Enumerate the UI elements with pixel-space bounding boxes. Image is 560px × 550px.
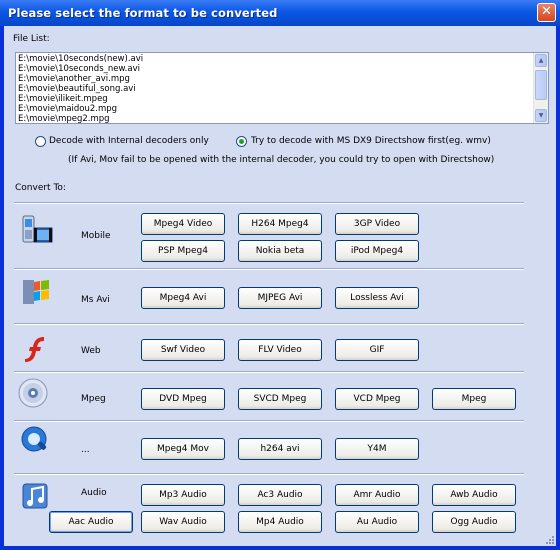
disc-icon (16, 376, 50, 410)
y4m-button[interactable]: Y4M (335, 438, 419, 460)
swf-video-button[interactable]: Swf Video (141, 339, 225, 361)
decode-internal-radio[interactable] (35, 136, 46, 147)
list-item[interactable]: E:\movie\ilikeit.mpeg (16, 94, 548, 104)
divider (14, 323, 524, 325)
flv-video-button[interactable]: FLV Video (238, 339, 322, 361)
aac-audio-button[interactable]: Aac Audio (49, 511, 133, 533)
wav-audio-button[interactable]: Wav Audio (141, 511, 225, 533)
windows-logo-icon (20, 276, 54, 310)
list-item[interactable]: E:\movie\maidou2.mpg (16, 104, 548, 114)
list-item[interactable]: E:\movie\another_avi.mpg (16, 74, 548, 84)
title-bar[interactable]: Please select the format to be converted… (0, 0, 560, 26)
ipod-mpeg4-button[interactable]: iPod Mpeg4 (335, 240, 419, 262)
close-button[interactable]: ✕ (537, 3, 556, 22)
group-label-web: Web (81, 346, 101, 356)
resize-grip-icon[interactable] (545, 535, 555, 545)
decode-directshow-label[interactable]: Try to decode with MS DX9 Directshow fir… (251, 136, 491, 146)
divider (14, 202, 524, 204)
music-note-icon (20, 479, 54, 513)
mp4-audio-button[interactable]: Mp4 Audio (238, 511, 322, 533)
gif-button[interactable]: GIF (335, 339, 419, 361)
file-list-label: File List: (13, 34, 50, 44)
lossless-avi-button[interactable]: Lossless Avi (335, 287, 419, 309)
decode-directshow-radio[interactable] (236, 136, 247, 147)
decode-hint: (If Avi, Mov fail to be opened with the … (68, 155, 495, 165)
scroll-up-icon[interactable]: ▲ (535, 54, 547, 67)
file-list-items: E:\movie\10seconds(new).avi E:\movie\10s… (16, 53, 548, 123)
3gp-video-button[interactable]: 3GP Video (335, 213, 419, 235)
mp3-audio-button[interactable]: Mp3 Audio (141, 484, 225, 506)
mpeg-button[interactable]: Mpeg (432, 388, 516, 410)
amr-audio-button[interactable]: Amr Audio (335, 484, 419, 506)
list-item[interactable]: E:\movie\beautiful_song.avi (16, 84, 548, 94)
divider (14, 420, 524, 422)
psp-mpeg4-button[interactable]: PSP Mpeg4 (141, 240, 225, 262)
h264-mpeg4-button[interactable]: H264 Mpeg4 (238, 213, 322, 235)
dialog-body: File List: E:\movie\10seconds(new).avi E… (4, 26, 556, 546)
mjpeg-avi-button[interactable]: MJPEG Avi (238, 287, 322, 309)
divider (14, 371, 524, 373)
converter-window: Please select the format to be converted… (0, 0, 560, 550)
mobile-phone-icon (20, 214, 54, 248)
file-list-scrollbar[interactable]: ▲ ▼ (533, 53, 548, 123)
nokia-beta-button[interactable]: Nokia beta (238, 240, 322, 262)
ogg-audio-button[interactable]: Ogg Audio (432, 511, 516, 533)
ac3-audio-button[interactable]: Ac3 Audio (238, 484, 322, 506)
list-item[interactable]: E:\movie\mpeg2.mpg (16, 114, 548, 123)
group-label-mpeg: Mpeg (81, 394, 106, 404)
group-label-mobile: Mobile (81, 231, 111, 241)
decode-internal-label[interactable]: Decode with Internal decoders only (49, 136, 209, 146)
svcd-mpeg-button[interactable]: SVCD Mpeg (238, 388, 322, 410)
mpeg4-mov-button[interactable]: Mpeg4 Mov (141, 438, 225, 460)
convert-to-label: Convert To: (15, 183, 66, 193)
mpeg4-avi-button[interactable]: Mpeg4 Avi (141, 287, 225, 309)
scroll-down-icon[interactable]: ▼ (535, 109, 547, 122)
dvd-mpeg-button[interactable]: DVD Mpeg (141, 388, 225, 410)
awb-audio-button[interactable]: Awb Audio (432, 484, 516, 506)
group-label-audio: Audio (81, 488, 107, 498)
group-label-msavi: Ms Avi (81, 295, 110, 305)
scrollbar-thumb[interactable] (535, 70, 547, 100)
flash-icon (20, 332, 54, 366)
mpeg4-video-button[interactable]: Mpeg4 Video (141, 213, 225, 235)
list-item[interactable]: E:\movie\10seconds_new.avi (16, 64, 548, 74)
divider (14, 268, 524, 270)
window-title: Please select the format to be converted (8, 6, 278, 20)
quicktime-icon (18, 424, 52, 458)
divider (14, 473, 524, 475)
vcd-mpeg-button[interactable]: VCD Mpeg (335, 388, 419, 410)
file-list[interactable]: E:\movie\10seconds(new).avi E:\movie\10s… (15, 52, 549, 124)
au-audio-button[interactable]: Au Audio (335, 511, 419, 533)
group-label-other: ... (81, 445, 90, 455)
list-item[interactable]: E:\movie\10seconds(new).avi (16, 54, 548, 64)
h264-avi-button[interactable]: h264 avi (238, 438, 322, 460)
